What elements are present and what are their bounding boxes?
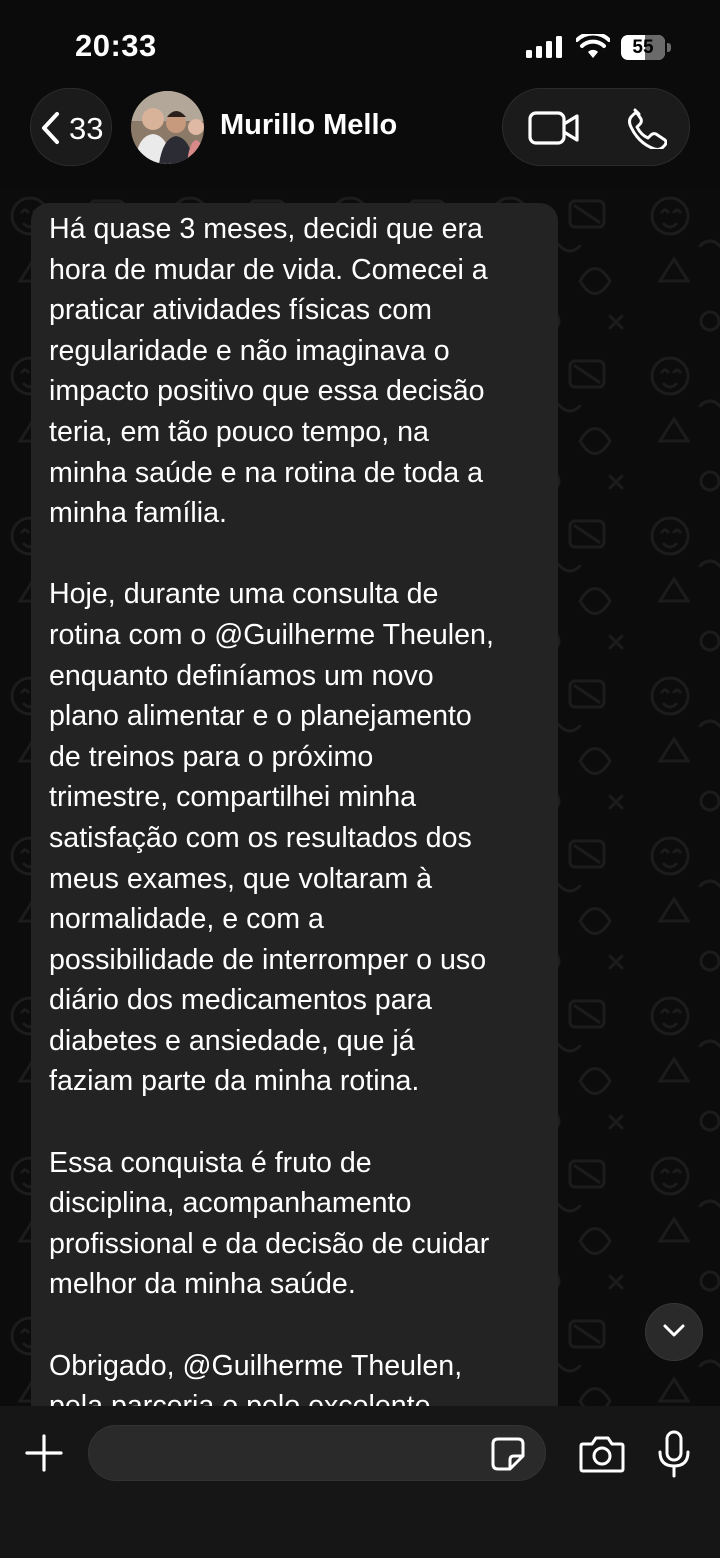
message-bubble[interactable]: Há quase 3 meses, decidi que era hora de… (31, 203, 558, 1463)
sticker-icon[interactable] (490, 1436, 526, 1472)
chevron-down-icon (663, 1324, 685, 1337)
cellular-signal-icon (526, 36, 562, 58)
chat-header: 33 Murillo Mello (0, 86, 720, 186)
microphone-icon[interactable] (657, 1430, 691, 1478)
video-call-icon[interactable] (528, 110, 580, 146)
contact-name[interactable]: Murillo Mello (220, 109, 397, 142)
back-button[interactable]: 33 (30, 88, 112, 166)
status-bar: 20:33 55 (0, 0, 720, 90)
status-time: 20:33 (75, 28, 157, 63)
message-input[interactable] (88, 1425, 546, 1481)
plus-icon[interactable] (25, 1434, 63, 1472)
scroll-to-bottom-button[interactable] (645, 1303, 703, 1361)
input-bar (0, 1406, 720, 1558)
chevron-left-icon (42, 112, 59, 144)
battery-level: 55 (632, 37, 654, 58)
phone-call-icon[interactable] (625, 107, 667, 149)
message-text: Há quase 3 meses, decidi que era hora de… (49, 213, 494, 1422)
wifi-icon (576, 34, 610, 58)
unread-count: 33 (69, 111, 104, 146)
battery-icon: 55 (621, 35, 671, 60)
avatar[interactable] (131, 91, 204, 164)
call-actions (502, 88, 690, 166)
camera-icon[interactable] (579, 1434, 625, 1474)
